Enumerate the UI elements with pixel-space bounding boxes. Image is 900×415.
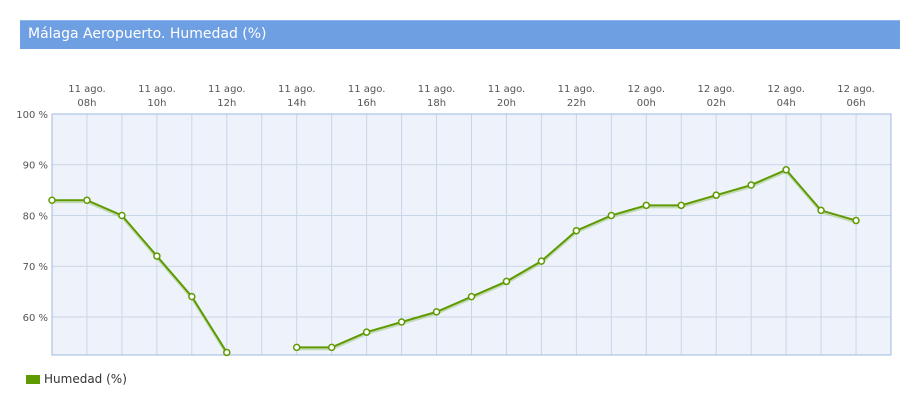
data-point-humedad — [153, 252, 161, 260]
x-tick-label-date: 12 ago. — [837, 84, 875, 95]
x-tick-label-hour: 00h — [637, 98, 656, 109]
x-tick-label-hour: 08h — [77, 98, 96, 109]
data-point-humedad — [118, 211, 126, 220]
data-point-humedad — [537, 257, 546, 265]
data-point-humedad — [852, 216, 860, 225]
data-point-humedad — [677, 201, 685, 210]
data-point-humedad — [432, 308, 441, 316]
x-tick-label-date: 11 ago. — [558, 84, 596, 95]
data-point-humedad — [292, 343, 301, 352]
x-tick-label-date: 11 ago. — [138, 84, 176, 95]
x-tick-label-date: 12 ago. — [697, 84, 735, 95]
x-tick-label-date: 11 ago. — [418, 84, 456, 95]
data-point-humedad — [467, 292, 476, 301]
data-point-humedad — [223, 348, 231, 357]
legend-label-humedad: Humedad (%) — [44, 372, 127, 386]
x-tick-label-hour: 16h — [357, 98, 376, 109]
data-point-humedad — [747, 181, 755, 189]
data-point-humedad — [362, 328, 371, 336]
x-tick-label-hour: 02h — [707, 98, 726, 109]
data-point-humedad — [327, 343, 336, 352]
data-point-humedad — [607, 211, 616, 220]
x-tick-label-hour: 10h — [147, 98, 166, 109]
y-tick-label: 100 % — [16, 110, 48, 121]
x-tick-label-hour: 04h — [777, 98, 796, 109]
y-tick-label: 60 % — [23, 313, 48, 324]
x-tick-label-date: 12 ago. — [628, 84, 666, 95]
data-point-humedad — [817, 206, 825, 215]
x-tick-label-hour: 18h — [427, 98, 446, 109]
x-tick-label-date: 11 ago. — [208, 84, 246, 95]
x-tick-label-date: 12 ago. — [767, 84, 805, 95]
data-point-humedad — [188, 292, 196, 301]
humidity-chart: 100 % 90 % 80 % 70 % 60 % 11 ago. 08h 11 ago. 10… — [16, 84, 892, 357]
chart-legend[interactable]: Humedad (%) — [26, 372, 127, 386]
data-point-humedad — [48, 196, 56, 205]
x-tick-label-hour: 06h — [847, 98, 866, 109]
x-tick-label-hour: 20h — [497, 98, 516, 109]
data-point-humedad — [83, 196, 91, 205]
y-tick-label: 70 % — [23, 262, 48, 273]
legend-swatch-humedad — [26, 374, 40, 384]
data-point-humedad — [642, 201, 651, 210]
data-point-humedad — [502, 277, 511, 286]
data-point-humedad — [572, 226, 581, 235]
y-tick-label: 90 % — [23, 161, 48, 172]
x-tick-label-hour: 14h — [287, 98, 306, 109]
x-tick-label-hour: 22h — [567, 98, 586, 109]
data-point-humedad — [712, 191, 720, 199]
x-tick-label-date: 11 ago. — [68, 84, 106, 95]
x-tick-label-date: 11 ago. — [348, 84, 386, 95]
x-tick-label-hour: 12h — [217, 98, 236, 109]
x-tick-label-date: 11 ago. — [488, 84, 526, 95]
y-tick-label: 80 % — [23, 211, 48, 222]
data-point-humedad — [782, 166, 790, 174]
x-tick-label-date: 11 ago. — [278, 84, 316, 95]
data-point-humedad — [397, 318, 406, 326]
